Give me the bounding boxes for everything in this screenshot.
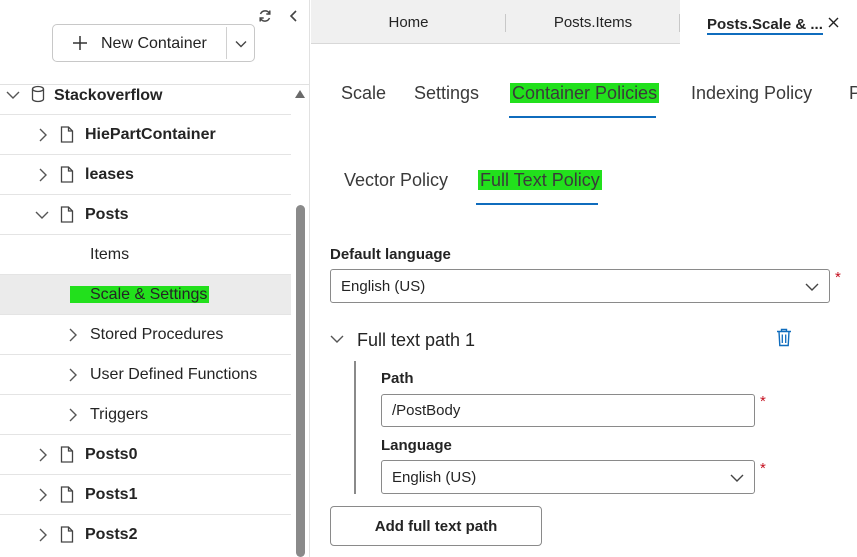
path-label: Path (381, 370, 414, 387)
select-value: English (US) (341, 278, 426, 295)
tree-item-container[interactable]: Posts0 (0, 435, 291, 475)
tree-item-label: User Defined Functions (90, 366, 258, 383)
tree-item-label: Posts0 (85, 446, 138, 463)
group-indent-line (354, 361, 356, 494)
tab-label: Home (388, 13, 429, 31)
tree-item-container[interactable]: Posts2 (0, 515, 291, 555)
plus-icon (73, 36, 87, 50)
active-tab-indicator (509, 116, 656, 118)
default-language-select[interactable]: English (US) (330, 269, 830, 303)
tree-item-container[interactable]: leases (0, 155, 291, 195)
chevron-down-icon[interactable] (330, 333, 344, 345)
new-container-label: New Container (101, 35, 207, 52)
chevron-right-icon[interactable] (66, 368, 80, 382)
tree-item-container[interactable]: HiePartContainer (0, 115, 291, 155)
document-icon (60, 526, 74, 543)
tab-label: Posts.Items (553, 13, 633, 31)
language-label: Language (381, 437, 452, 454)
delete-icon[interactable] (776, 328, 792, 347)
tree-item-database[interactable]: Stackoverflow (0, 75, 291, 115)
chevron-down-icon[interactable] (6, 88, 20, 102)
document-icon (60, 126, 74, 143)
tab-indexing-policy[interactable]: Indexing Policy (691, 83, 812, 104)
tree-item-items[interactable]: Items (0, 235, 291, 275)
tree-item-label: Posts (85, 206, 129, 223)
input-value: /PostBody (392, 402, 461, 419)
tree-item-stored-procedures[interactable]: Stored Procedures (0, 315, 291, 355)
tab-home[interactable]: Home (311, 0, 506, 44)
chevron-right-icon[interactable] (36, 128, 50, 142)
tree-item-label: Triggers (90, 406, 149, 423)
tab-settings[interactable]: Settings (414, 83, 479, 104)
tab-full-text-policy[interactable]: Full Text Policy (478, 170, 602, 191)
tree-item-container[interactable]: Posts (0, 195, 291, 235)
chevron-right-icon[interactable] (36, 168, 50, 182)
default-language-label: Default language (330, 246, 451, 263)
chevron-right-icon[interactable] (66, 328, 80, 342)
resource-tree-panel: New Container Stackoverflow HiePartConta… (0, 0, 310, 557)
tab-bar: Home Posts.Items Posts.Scale & ... (311, 0, 857, 45)
tab-label: Posts.Scale & ... (707, 16, 823, 35)
tab-posts-scale-settings[interactable]: Posts.Scale & ... (680, 0, 857, 45)
tree-item-label: Posts2 (85, 526, 138, 543)
tree-item-label: Posts1 (85, 486, 138, 503)
chevron-right-icon[interactable] (66, 408, 80, 422)
document-icon (60, 446, 74, 463)
select-value: English (US) (392, 469, 477, 486)
new-container-split-button: New Container (52, 24, 255, 62)
tree-item-scale-settings[interactable]: Scale & Settings (0, 275, 291, 315)
chevron-down-icon[interactable] (234, 37, 248, 51)
tab-scale[interactable]: Scale (341, 83, 386, 104)
tree-item-label: Scale & Settings (70, 286, 210, 304)
required-indicator: * (760, 393, 766, 410)
tree-item-label: HiePartContainer (85, 126, 216, 143)
add-full-text-path-button[interactable]: Add full text path (330, 506, 542, 546)
document-icon (60, 166, 74, 183)
tree-item-label: Stackoverflow (54, 87, 163, 104)
tree-item-label: Items (90, 246, 130, 263)
chevron-down-icon (730, 474, 744, 482)
tab-partial-overflow[interactable]: P (849, 83, 857, 104)
scrollbar-thumb[interactable] (296, 205, 305, 557)
tab-posts-items[interactable]: Posts.Items (506, 0, 680, 44)
new-container-button[interactable]: New Container (53, 25, 226, 61)
database-icon (31, 85, 45, 103)
required-indicator: * (760, 460, 766, 477)
document-icon (60, 206, 74, 223)
document-icon (60, 486, 74, 503)
full-text-path-title: Full text path 1 (357, 330, 476, 350)
refresh-icon[interactable] (256, 7, 274, 25)
language-select[interactable]: English (US) (381, 460, 755, 494)
split-divider (226, 27, 227, 59)
tree-item-container[interactable]: Posts1 (0, 475, 291, 515)
tree-item-label: Stored Procedures (90, 326, 224, 343)
tree-item-label: leases (85, 166, 134, 183)
scroll-up-arrow-icon[interactable] (294, 88, 306, 100)
chevron-down-icon (805, 283, 819, 291)
active-tab-indicator (476, 203, 598, 205)
chevron-right-icon[interactable] (36, 528, 50, 542)
required-indicator: * (835, 269, 841, 286)
tab-container-policies[interactable]: Container Policies (510, 83, 660, 104)
tree-item-triggers[interactable]: Triggers (0, 395, 291, 435)
tab-vector-policy[interactable]: Vector Policy (344, 170, 448, 191)
tree-item-user-defined-functions[interactable]: User Defined Functions (0, 355, 291, 395)
path-input[interactable]: /PostBody (381, 394, 755, 427)
chevron-down-icon[interactable] (35, 208, 49, 222)
collapse-panel-icon[interactable] (286, 7, 302, 25)
close-icon[interactable] (828, 17, 839, 28)
chevron-right-icon[interactable] (36, 448, 50, 462)
chevron-right-icon[interactable] (36, 488, 50, 502)
